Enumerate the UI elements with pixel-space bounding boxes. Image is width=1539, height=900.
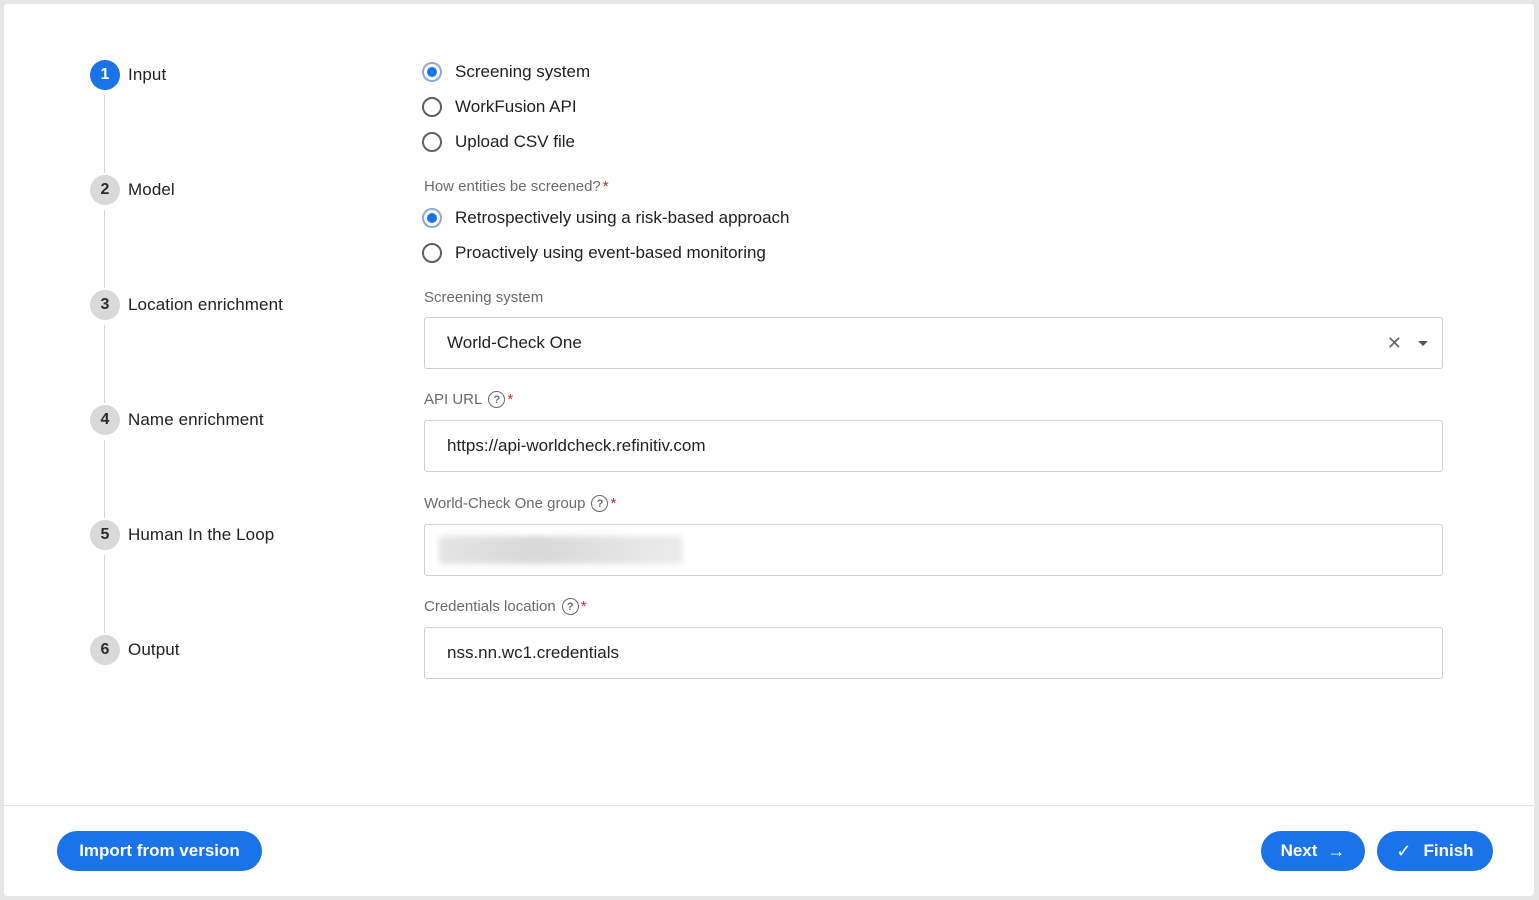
label-text: Screening system <box>424 289 544 306</box>
step-number: 6 <box>90 635 120 665</box>
step-connector <box>104 210 105 288</box>
button-label: Finish <box>1423 841 1474 860</box>
step-label: Human In the Loop <box>128 525 275 544</box>
select-value: World-Check One <box>447 333 582 352</box>
credentials-label: Credentials location ? * <box>424 598 587 615</box>
finish-button[interactable]: ✓ Finish <box>1377 831 1493 871</box>
step-label: Output <box>128 640 180 659</box>
question-circle-icon[interactable]: ? <box>561 598 579 615</box>
label-text: World-Check One group <box>424 495 586 512</box>
screening-system-label: Screening system <box>424 289 543 306</box>
radio-button[interactable] <box>422 243 442 263</box>
step-connector <box>104 95 105 173</box>
radio-label: Upload CSV file <box>455 132 576 151</box>
select-controls: ✕ <box>1387 318 1428 368</box>
step-number: 3 <box>90 290 120 320</box>
radio-proactive[interactable]: Proactively using event-based monitoring <box>422 240 766 266</box>
radio-workfusion-api[interactable]: WorkFusion API <box>422 94 577 120</box>
caret-down-icon[interactable] <box>1418 340 1428 346</box>
radio-label: Proactively using event-based monitoring <box>455 243 766 262</box>
step-number: 4 <box>90 405 120 435</box>
button-label: Import from version <box>79 841 240 860</box>
step-number: 1 <box>90 60 120 90</box>
step-label: Location enrichment <box>128 295 283 314</box>
group-input[interactable] <box>424 524 1443 576</box>
check-icon: ✓ <box>1396 840 1412 861</box>
radio-upload-csv[interactable]: Upload CSV file <box>422 129 575 155</box>
step-location-enrichment[interactable]: 3 Location enrichment <box>90 290 283 320</box>
screening-mode-label: How entities be screened? * <box>424 178 609 195</box>
radio-button[interactable] <box>422 97 442 117</box>
button-label: Next <box>1280 841 1318 860</box>
step-label: Model <box>128 180 175 199</box>
label-text: Credentials location <box>424 598 556 615</box>
required-mark: * <box>610 495 617 512</box>
footer-divider <box>4 805 1534 806</box>
radio-label: Retrospectively using a risk-based appro… <box>455 208 790 227</box>
step-model[interactable]: 2 Model <box>90 175 175 205</box>
radio-label: WorkFusion API <box>455 97 577 116</box>
step-number: 2 <box>90 175 120 205</box>
question-circle-icon[interactable]: ? <box>488 391 506 408</box>
input-value: https://api-worldcheck.refinitiv.com <box>447 436 706 455</box>
question-circle-icon[interactable]: ? <box>591 495 609 512</box>
api-url-input[interactable]: https://api-worldcheck.refinitiv.com <box>424 420 1443 472</box>
radio-retrospective[interactable]: Retrospectively using a risk-based appro… <box>422 205 790 231</box>
step-label: Name enrichment <box>128 410 264 429</box>
credentials-input[interactable]: nss.nn.wc1.credentials <box>424 627 1443 679</box>
required-mark: * <box>507 391 514 408</box>
radio-button-checked[interactable] <box>422 208 442 228</box>
step-number: 5 <box>90 520 120 550</box>
api-url-label: API URL ? * <box>424 391 513 408</box>
step-human-in-the-loop[interactable]: 5 Human In the Loop <box>90 520 274 550</box>
label-text: How entities be screened? <box>424 178 601 195</box>
radio-screening-system[interactable]: Screening system <box>422 59 590 85</box>
required-mark: * <box>580 598 587 615</box>
required-mark: * <box>602 178 609 195</box>
input-value: nss.nn.wc1.credentials <box>447 643 619 662</box>
arrow-right-icon: → <box>1327 840 1346 861</box>
redacted-value <box>439 536 683 564</box>
step-connector <box>104 440 105 518</box>
radio-button[interactable] <box>422 132 442 152</box>
close-icon[interactable]: ✕ <box>1387 333 1402 354</box>
import-from-version-button[interactable]: Import from version <box>57 831 262 871</box>
radio-label: Screening system <box>455 62 591 81</box>
label-text: API URL <box>424 391 483 408</box>
step-connector <box>104 325 105 403</box>
step-name-enrichment[interactable]: 4 Name enrichment <box>90 405 264 435</box>
next-button[interactable]: Next → <box>1261 831 1365 871</box>
step-output[interactable]: 6 Output <box>90 635 180 665</box>
step-connector <box>104 555 105 633</box>
radio-button-checked[interactable] <box>422 62 442 82</box>
step-input[interactable]: 1 Input <box>90 60 166 90</box>
step-label: Input <box>128 65 167 84</box>
group-label: World-Check One group ? * <box>424 495 616 512</box>
screening-system-select[interactable]: World-Check One ✕ <box>424 317 1443 369</box>
